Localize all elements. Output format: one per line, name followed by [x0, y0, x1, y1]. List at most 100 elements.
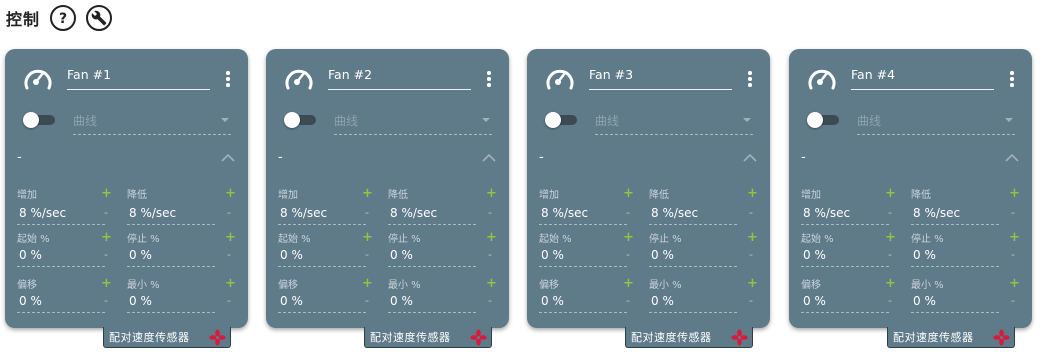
settings-button[interactable]	[86, 5, 113, 31]
stop-input[interactable]: 0 %	[390, 248, 413, 262]
start-minus-button[interactable]: -	[626, 249, 630, 260]
chevron-up-icon[interactable]	[743, 154, 757, 162]
increase-minus-button[interactable]: -	[888, 207, 892, 218]
decrease-plus-button[interactable]: +	[1009, 187, 1020, 200]
pair-speed-sensor-button[interactable]: 配对速度传感器	[887, 327, 1015, 348]
increase-plus-button[interactable]: +	[101, 187, 112, 200]
decrease-minus-button[interactable]: -	[227, 207, 231, 218]
min-plus-button[interactable]: +	[225, 277, 236, 290]
min-plus-button[interactable]: +	[486, 277, 497, 290]
stop-plus-button[interactable]: +	[486, 231, 497, 244]
decrease-plus-button[interactable]: +	[486, 187, 497, 200]
start-plus-button[interactable]: +	[101, 231, 112, 244]
min-input[interactable]: 0 %	[390, 294, 413, 308]
chevron-up-icon[interactable]	[221, 154, 235, 162]
offset-minus-button[interactable]: -	[365, 295, 369, 306]
decrease-input[interactable]: 8 %/sec	[651, 206, 698, 220]
decrease-plus-button[interactable]: +	[747, 187, 758, 200]
more-vert-icon[interactable]	[484, 71, 494, 89]
more-vert-icon[interactable]	[223, 71, 233, 89]
decrease-input[interactable]: 8 %/sec	[913, 206, 960, 220]
stop-minus-button[interactable]: -	[1011, 249, 1015, 260]
decrease-input[interactable]: 8 %/sec	[129, 206, 176, 220]
offset-minus-button[interactable]: -	[626, 295, 630, 306]
increase-minus-button[interactable]: -	[104, 207, 108, 218]
chevron-up-icon[interactable]	[482, 154, 496, 162]
pair-speed-sensor-button[interactable]: 配对速度传感器	[103, 327, 231, 348]
curve-toggle[interactable]	[284, 112, 316, 128]
stop-input[interactable]: 0 %	[651, 248, 674, 262]
stop-input[interactable]: 0 %	[913, 248, 936, 262]
offset-minus-button[interactable]: -	[888, 295, 892, 306]
dropdown-caret-icon[interactable]	[743, 118, 751, 122]
min-minus-button[interactable]: -	[1011, 295, 1015, 306]
increase-input[interactable]: 8 %/sec	[19, 206, 66, 220]
stop-minus-button[interactable]: -	[227, 249, 231, 260]
start-minus-button[interactable]: -	[104, 249, 108, 260]
min-minus-button[interactable]: -	[749, 295, 753, 306]
min-input[interactable]: 0 %	[129, 294, 152, 308]
dropdown-caret-icon[interactable]	[482, 118, 490, 122]
start-plus-button[interactable]: +	[623, 231, 634, 244]
offset-plus-button[interactable]: +	[362, 277, 373, 290]
offset-input[interactable]: 0 %	[541, 294, 564, 308]
start-input[interactable]: 0 %	[803, 248, 826, 262]
decrease-minus-button[interactable]: -	[488, 207, 492, 218]
fan-name-field[interactable]: Fan #3	[589, 67, 633, 82]
start-input[interactable]: 0 %	[19, 248, 42, 262]
stop-minus-button[interactable]: -	[749, 249, 753, 260]
decrease-plus-button[interactable]: +	[225, 187, 236, 200]
start-input[interactable]: 0 %	[280, 248, 303, 262]
offset-plus-button[interactable]: +	[623, 277, 634, 290]
increase-input[interactable]: 8 %/sec	[541, 206, 588, 220]
start-plus-button[interactable]: +	[362, 231, 373, 244]
min-input[interactable]: 0 %	[913, 294, 936, 308]
offset-input[interactable]: 0 %	[803, 294, 826, 308]
start-plus-button[interactable]: +	[885, 231, 896, 244]
curve-select[interactable]: 曲线	[857, 112, 881, 129]
decrease-minus-button[interactable]: -	[749, 207, 753, 218]
curve-toggle[interactable]	[545, 112, 577, 128]
curve-select[interactable]: 曲线	[334, 112, 358, 129]
dropdown-caret-icon[interactable]	[221, 118, 229, 122]
stop-plus-button[interactable]: +	[225, 231, 236, 244]
start-minus-button[interactable]: -	[888, 249, 892, 260]
stop-plus-button[interactable]: +	[1009, 231, 1020, 244]
start-input[interactable]: 0 %	[541, 248, 564, 262]
offset-plus-button[interactable]: +	[885, 277, 896, 290]
fan-name-field[interactable]: Fan #2	[328, 67, 372, 82]
stop-plus-button[interactable]: +	[747, 231, 758, 244]
fan-name-field[interactable]: Fan #4	[851, 67, 895, 82]
pair-speed-sensor-button[interactable]: 配对速度传感器	[625, 327, 753, 348]
more-vert-icon[interactable]	[745, 71, 755, 89]
offset-minus-button[interactable]: -	[104, 295, 108, 306]
decrease-input[interactable]: 8 %/sec	[390, 206, 437, 220]
stop-minus-button[interactable]: -	[488, 249, 492, 260]
dropdown-caret-icon[interactable]	[1005, 118, 1013, 122]
min-plus-button[interactable]: +	[1009, 277, 1020, 290]
more-vert-icon[interactable]	[1007, 71, 1017, 89]
decrease-minus-button[interactable]: -	[1011, 207, 1015, 218]
offset-plus-button[interactable]: +	[101, 277, 112, 290]
curve-toggle[interactable]	[807, 112, 839, 128]
stop-input[interactable]: 0 %	[129, 248, 152, 262]
chevron-up-icon[interactable]	[1005, 154, 1019, 162]
offset-input[interactable]: 0 %	[19, 294, 42, 308]
help-button[interactable]: ?	[50, 5, 77, 31]
pair-speed-sensor-button[interactable]: 配对速度传感器	[364, 327, 492, 348]
min-minus-button[interactable]: -	[227, 295, 231, 306]
increase-input[interactable]: 8 %/sec	[803, 206, 850, 220]
fan-name-field[interactable]: Fan #1	[67, 67, 111, 82]
curve-toggle[interactable]	[23, 112, 55, 128]
increase-plus-button[interactable]: +	[885, 187, 896, 200]
increase-plus-button[interactable]: +	[362, 187, 373, 200]
offset-input[interactable]: 0 %	[280, 294, 303, 308]
increase-minus-button[interactable]: -	[365, 207, 369, 218]
start-minus-button[interactable]: -	[365, 249, 369, 260]
min-plus-button[interactable]: +	[747, 277, 758, 290]
min-input[interactable]: 0 %	[651, 294, 674, 308]
curve-select[interactable]: 曲线	[595, 112, 619, 129]
curve-select[interactable]: 曲线	[73, 112, 97, 129]
increase-minus-button[interactable]: -	[626, 207, 630, 218]
increase-plus-button[interactable]: +	[623, 187, 634, 200]
